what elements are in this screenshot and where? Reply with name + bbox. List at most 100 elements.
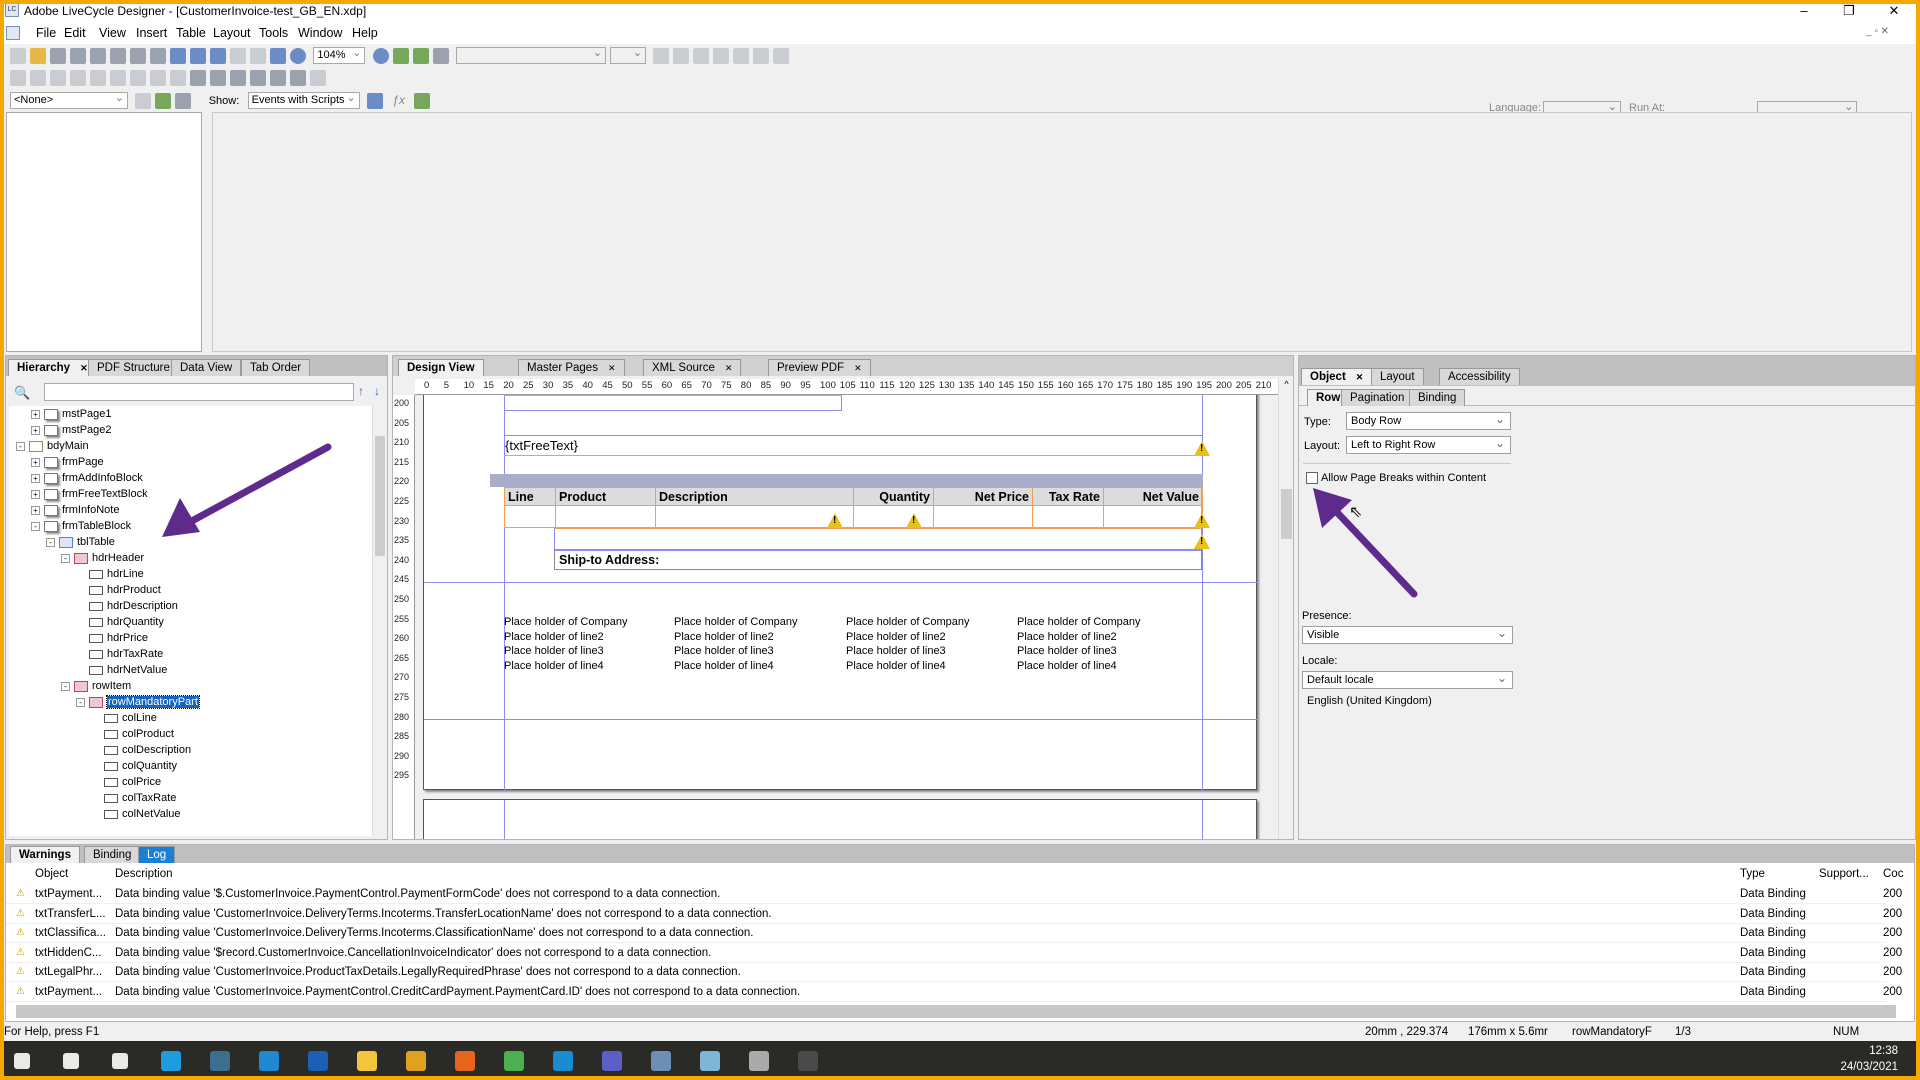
menu-view[interactable]: View	[99, 26, 126, 40]
edge-icon[interactable]	[161, 1051, 181, 1071]
new-icon[interactable]	[10, 48, 26, 64]
tree-item-colDescription[interactable]: colDescription	[91, 744, 191, 760]
functions-icon[interactable]: ƒx	[392, 93, 405, 107]
script-object-list[interactable]	[6, 112, 202, 352]
design-scrollbar[interactable]: ^	[1278, 379, 1293, 839]
chrome-icon[interactable]	[504, 1051, 524, 1071]
bold-icon[interactable]	[653, 48, 670, 64]
header-cell-quantity[interactable]: Quantity	[854, 488, 934, 506]
warning-icon[interactable]	[906, 513, 922, 528]
center-h-icon[interactable]	[130, 70, 146, 86]
close-tab-icon[interactable]: ✕	[1356, 372, 1364, 382]
warning-row[interactable]: ⚠ txtPayment... Data binding value 'Custom…	[6, 983, 1902, 1002]
internet-explorer-icon[interactable]	[259, 1051, 279, 1071]
warning-row[interactable]: ⚠ txtHiddenC... Data binding value '$recor…	[6, 944, 1902, 963]
tree-item-colLine[interactable]: colLine	[91, 712, 157, 728]
expand-icon[interactable]: +	[31, 473, 40, 483]
tree-item-frmFreeTextBlock[interactable]: + frmFreeTextBlock	[31, 488, 148, 504]
arrow-up-icon[interactable]: ↑	[358, 384, 364, 398]
tab-order-icon[interactable]	[310, 70, 326, 86]
minimize-button[interactable]: –	[1789, 2, 1819, 20]
livecycle-icon[interactable]	[798, 1051, 818, 1071]
tree-item-rowMandatoryPart[interactable]: - rowMandatoryPart	[76, 695, 200, 712]
header-cell-description[interactable]: Description	[656, 488, 854, 506]
tab-accessibility[interactable]: Accessibility	[1439, 368, 1520, 385]
tab-data-view[interactable]: Data View	[171, 359, 242, 376]
align-base-icon[interactable]	[70, 70, 86, 86]
tab-tab-order[interactable]: Tab Order	[241, 359, 311, 376]
search-icon[interactable]	[63, 1053, 79, 1069]
menu-tools[interactable]: Tools	[259, 26, 288, 40]
tree-item-frmAddInfoBlock[interactable]: + frmAddInfoBlock	[31, 472, 143, 488]
column-header-2[interactable]: Type	[1740, 868, 1765, 880]
header-cell-net-value[interactable]: Net Value	[1104, 488, 1203, 506]
stamp-icon[interactable]	[90, 48, 106, 64]
object-combo[interactable]: <None>	[10, 91, 128, 109]
notepad-icon[interactable]	[700, 1051, 720, 1071]
align-top-icon[interactable]	[30, 70, 46, 86]
menu-file[interactable]: File	[36, 26, 56, 40]
tree-item-hdrQuantity[interactable]: hdrQuantity	[76, 616, 164, 632]
tree-item-colProduct[interactable]: colProduct	[91, 728, 174, 744]
skype-icon[interactable]	[553, 1051, 573, 1071]
send-back-icon[interactable]	[250, 70, 266, 86]
menu-table[interactable]: Table	[176, 26, 206, 40]
tab-binding[interactable]: Binding	[84, 846, 141, 863]
merge-icon[interactable]	[270, 70, 286, 86]
tab-xml-source[interactable]: XML Source ✕	[643, 359, 742, 376]
close-button[interactable]: ✕	[1879, 2, 1909, 20]
warning-row[interactable]: ⚠ txtPayment... Data binding value '$.Cust…	[6, 885, 1902, 904]
address-placeholder[interactable]: Place holder of line2	[674, 631, 774, 643]
column-header-4[interactable]: Coc	[1883, 868, 1903, 880]
collapse-icon[interactable]: -	[31, 521, 40, 531]
menu-window[interactable]: Window	[298, 26, 342, 40]
zoom-out-icon[interactable]	[290, 48, 306, 64]
lock-script-icon[interactable]	[175, 93, 192, 109]
tab-preview-pdf[interactable]: Preview PDF ✕	[768, 359, 871, 376]
tree-item-hdrPrice[interactable]: hdrPrice	[76, 632, 148, 648]
address-placeholder[interactable]: Place holder of line4	[846, 660, 946, 672]
new-script-icon[interactable]	[135, 93, 152, 109]
address-placeholder[interactable]: Place holder of line4	[674, 660, 774, 672]
print-icon[interactable]	[70, 48, 86, 64]
header-cell-net-price[interactable]: Net Price	[934, 488, 1033, 506]
group-icon[interactable]	[190, 70, 206, 86]
menu-insert[interactable]: Insert	[136, 26, 167, 40]
locale-select[interactable]: Default locale	[1302, 671, 1513, 689]
warning-icon[interactable]	[1194, 441, 1210, 456]
body-cell[interactable]	[505, 506, 556, 527]
address-placeholder[interactable]: Place holder of line2	[1017, 631, 1117, 643]
expand-icon[interactable]: +	[31, 489, 40, 499]
tab-binding[interactable]: Binding	[1409, 389, 1466, 406]
fit-width-icon[interactable]	[270, 48, 286, 64]
grid-icon[interactable]	[170, 48, 186, 64]
printer-icon[interactable]	[749, 1051, 769, 1071]
menu-help[interactable]: Help	[352, 26, 378, 40]
insert-script-icon[interactable]	[366, 93, 383, 109]
frame-icon[interactable]	[210, 48, 226, 64]
warning-row[interactable]: ⚠ txtTransferL... Data binding value 'Cust…	[6, 905, 1902, 924]
address-placeholder[interactable]: Place holder of line2	[846, 631, 946, 643]
firefox-icon[interactable]	[455, 1051, 475, 1071]
redo-icon[interactable]	[130, 48, 146, 64]
tree-item-hdrDescription[interactable]: hdrDescription	[76, 600, 178, 616]
menu-layout[interactable]: Layout	[213, 26, 251, 40]
outlook-icon[interactable]	[308, 1051, 328, 1071]
search-icon[interactable]: 🔍	[14, 385, 30, 401]
presence-select[interactable]: Visible	[1302, 626, 1513, 644]
tab-master-pages[interactable]: Master Pages ✕	[518, 359, 625, 376]
check-script-icon[interactable]	[392, 48, 409, 64]
arrow-down-icon[interactable]: ↓	[374, 384, 380, 398]
script-editor[interactable]	[212, 112, 1912, 352]
warning-icon[interactable]	[1194, 513, 1210, 528]
column-header-0[interactable]: Object	[35, 868, 68, 880]
address-placeholder[interactable]: Place holder of line3	[674, 645, 774, 657]
collapse-icon[interactable]: -	[46, 537, 55, 547]
tree-item-hdrLine[interactable]: hdrLine	[76, 568, 144, 584]
tree-item-hdrProduct[interactable]: hdrProduct	[76, 584, 161, 600]
tree-item-tblTable[interactable]: - tblTable	[46, 536, 115, 552]
file-explorer-icon[interactable]	[357, 1051, 377, 1071]
tree-item-hdrNetValue[interactable]: hdrNetValue	[76, 664, 167, 680]
tree-item-frmInfoNote[interactable]: + frmInfoNote	[31, 504, 119, 520]
tree-scrollbar[interactable]	[372, 406, 387, 836]
